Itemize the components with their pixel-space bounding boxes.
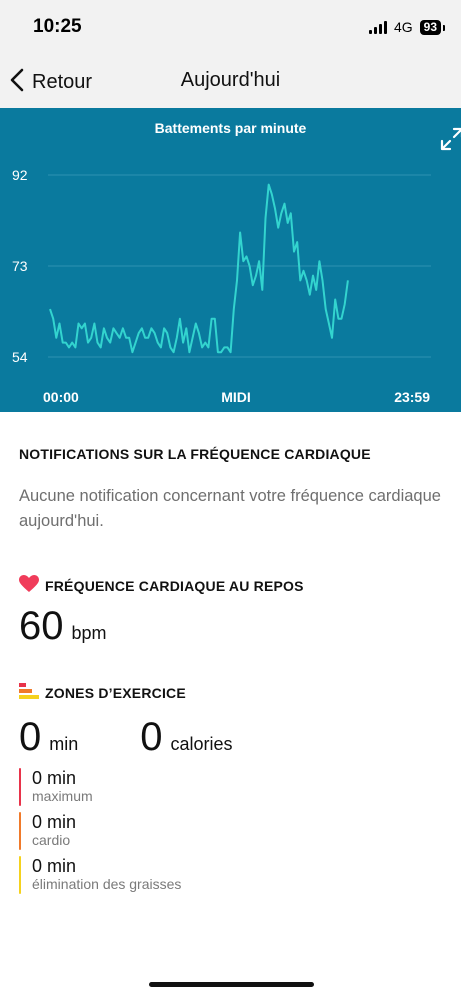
zone-row-cardio: 0 min cardio: [19, 812, 76, 850]
zones-calories: 0 calories: [140, 715, 232, 760]
status-icons: 4G 93: [368, 19, 446, 35]
zone-label: maximum: [32, 788, 93, 804]
zone-row-fat-burn: 0 min élimination des graisses: [19, 856, 181, 894]
zones-calories-unit: calories: [170, 734, 233, 754]
resting-heart-rate-heading: FRÉQUENCE CARDIAQUE AU REPOS: [19, 575, 442, 596]
zone-row-maximum: 0 min maximum: [19, 768, 93, 806]
exercise-zones-heading: ZONES D’EXERCICE: [19, 683, 442, 702]
zone-label: cardio: [32, 832, 71, 848]
page-title: Aujourd'hui: [180, 69, 281, 91]
zones-heading-label: ZONES D’EXERCICE: [45, 684, 186, 701]
y-tick-label: 92: [12, 167, 28, 183]
status-time: 10:25: [33, 16, 82, 37]
nav-bar: Retour Aujourd'hui: [0, 56, 461, 108]
y-tick-label: 54: [12, 349, 28, 365]
zones-minutes: 0 min: [19, 715, 78, 760]
heart-rate-line: [49, 183, 349, 354]
resting-bpm-value: 60: [19, 604, 64, 648]
x-tick-label: 00:00: [43, 389, 79, 405]
resting-bpm-unit: bpm: [71, 623, 107, 643]
resting-value: 60 bpm: [19, 604, 442, 649]
zone-bar-fat-burn: [19, 856, 21, 894]
zones-minutes-value: 0: [19, 715, 42, 759]
status-bar: 10:25 4G 93: [0, 0, 461, 56]
notifications-text: Aucune notification concernant votre fré…: [19, 487, 441, 530]
zones-calories-value: 0: [140, 715, 163, 759]
zone-label: élimination des graisses: [32, 876, 182, 892]
notifications-heading: NOTIFICATIONS SUR LA FRÉQUENCE CARDIAQUE: [19, 446, 371, 462]
zones-icon: [19, 683, 39, 702]
zone-bar-maximum: [19, 768, 21, 806]
home-indicator[interactable]: [149, 982, 314, 987]
zone-value: 0 min: [32, 812, 77, 832]
heart-rate-chart[interactable]: 92 73 54 00:00 MIDI 23:59 Battements par minu…: [0, 108, 461, 412]
zones-summary: 0 min 0 calories: [19, 715, 442, 760]
heart-icon: [19, 575, 39, 596]
y-tick-label: 73: [12, 258, 28, 274]
x-tick-label: 23:59: [394, 389, 430, 405]
battery-icon: 93: [419, 19, 446, 35]
signal-icon: [368, 20, 387, 34]
resting-heading-label: FRÉQUENCE CARDIAQUE AU REPOS: [45, 577, 304, 594]
zone-value: 0 min: [32, 768, 77, 788]
network-label: 4G: [393, 19, 413, 35]
chart-title: Battements par minute: [154, 120, 307, 136]
zones-minutes-unit: min: [49, 734, 79, 754]
zone-bar-cardio: [19, 812, 21, 850]
chart-canvas: 92 73 54 00:00 MIDI 23:59: [12, 167, 431, 405]
x-tick-label: MIDI: [221, 389, 251, 405]
zone-value: 0 min: [32, 856, 77, 876]
